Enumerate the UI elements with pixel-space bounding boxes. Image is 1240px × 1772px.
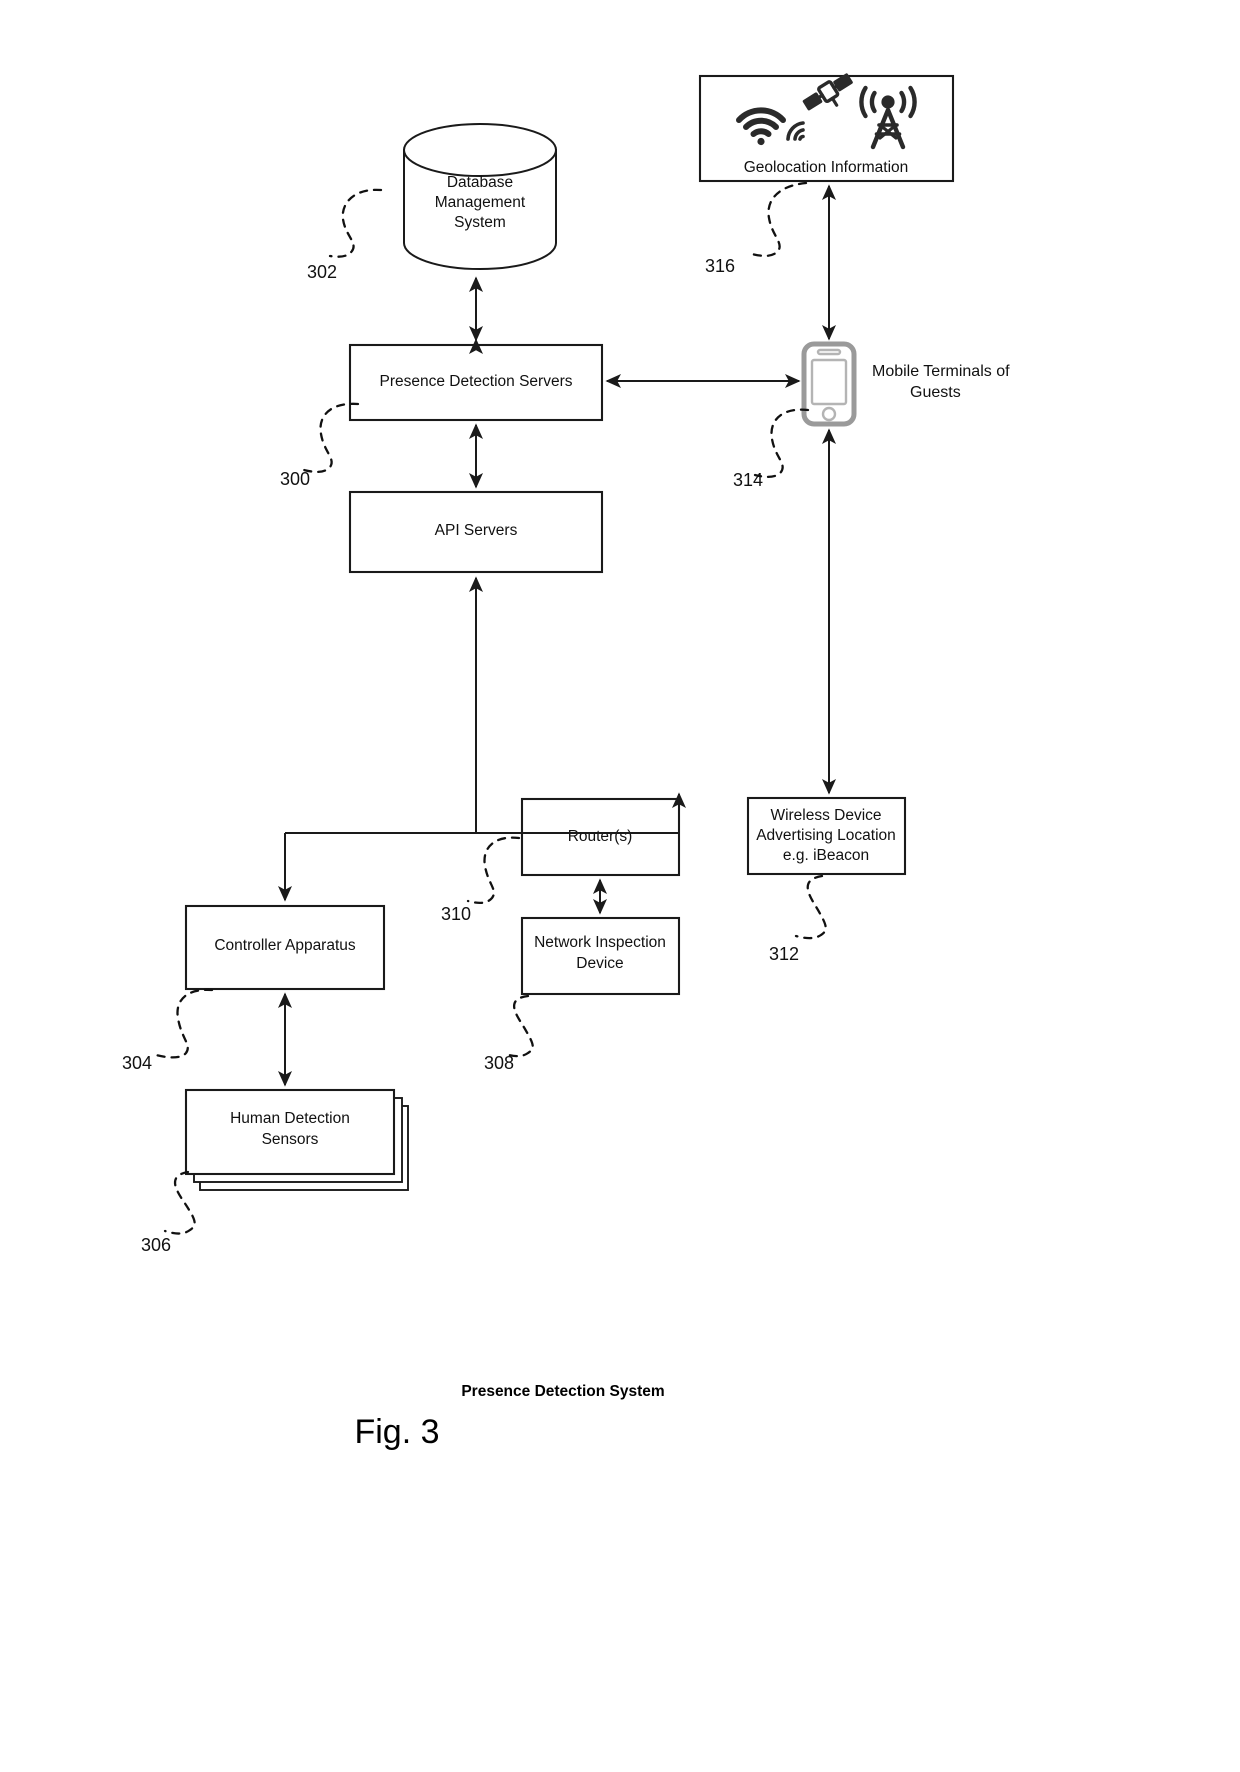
mobile-terminals-label-line-1: Mobile Terminals of [872, 363, 1010, 380]
leader-304: 304 [122, 988, 214, 1073]
ref-number-304: 304 [122, 1053, 152, 1073]
node-api-servers: API Servers [348, 490, 604, 574]
node-geolocation-information: Geolocation Information [698, 73, 955, 183]
geolocation-label: Geolocation Information [744, 159, 909, 176]
ref-number-306: 306 [141, 1235, 171, 1255]
database-label-line-3: System [454, 214, 506, 231]
beacon-label-line-3: e.g. iBeacon [783, 847, 869, 864]
node-mobile-terminals: Mobile Terminals of Guests [801, 341, 1010, 427]
node-presence-detection-servers: Presence Detection Servers [348, 343, 604, 422]
ref-number-314: 314 [733, 470, 763, 490]
figure-number: Fig. 3 [354, 1413, 439, 1451]
mobile-terminals-label-line-2: Guests [910, 384, 961, 401]
node-wireless-beacon: Wireless Device Advertising Location e.g… [746, 796, 907, 876]
database-label-line-1: Database [447, 174, 513, 191]
leader-302: 302 [307, 188, 383, 282]
leader-312: 312 [769, 874, 827, 964]
api-servers-label: API Servers [435, 522, 518, 539]
leader-308: 308 [484, 994, 534, 1073]
inspection-label-line-1: Network Inspection [534, 934, 666, 951]
presence-servers-label: Presence Detection Servers [380, 373, 573, 390]
leader-300: 300 [280, 402, 360, 489]
ref-number-312: 312 [769, 944, 799, 964]
ref-number-308: 308 [484, 1053, 514, 1073]
ref-number-316: 316 [705, 256, 735, 276]
ref-number-310: 310 [441, 904, 471, 924]
node-routers: Router(s) [520, 797, 681, 877]
routers-label: Router(s) [568, 828, 633, 845]
inspection-label-line-2: Device [576, 955, 623, 972]
database-label-line-2: Management [435, 194, 526, 211]
presence-detection-system-diagram: Database Management System 302 Geolocati… [122, 73, 1010, 1451]
node-network-inspection-device: Network Inspection Device [520, 916, 681, 996]
leader-310: 310 [441, 836, 521, 924]
sensors-label-line-1: Human Detection [230, 1110, 350, 1127]
beacon-label-line-2: Advertising Location [756, 827, 896, 844]
node-controller-apparatus: Controller Apparatus [184, 904, 386, 991]
ref-number-300: 300 [280, 469, 310, 489]
controller-label: Controller Apparatus [214, 937, 356, 954]
figure-caption: Presence Detection System [461, 1383, 664, 1400]
ref-number-302: 302 [307, 262, 337, 282]
patent-figure-page: Database Management System 302 Geolocati… [0, 0, 1240, 1772]
node-human-detection-sensors: Human Detection Sensors [184, 1088, 409, 1191]
leader-316: 316 [705, 181, 808, 276]
leader-306: 306 [141, 1170, 196, 1255]
beacon-label-line-1: Wireless Device [770, 807, 881, 824]
node-database-management-system: Database Management System [403, 123, 557, 270]
leader-314: 314 [733, 408, 810, 490]
sensors-label-line-2: Sensors [262, 1131, 319, 1148]
